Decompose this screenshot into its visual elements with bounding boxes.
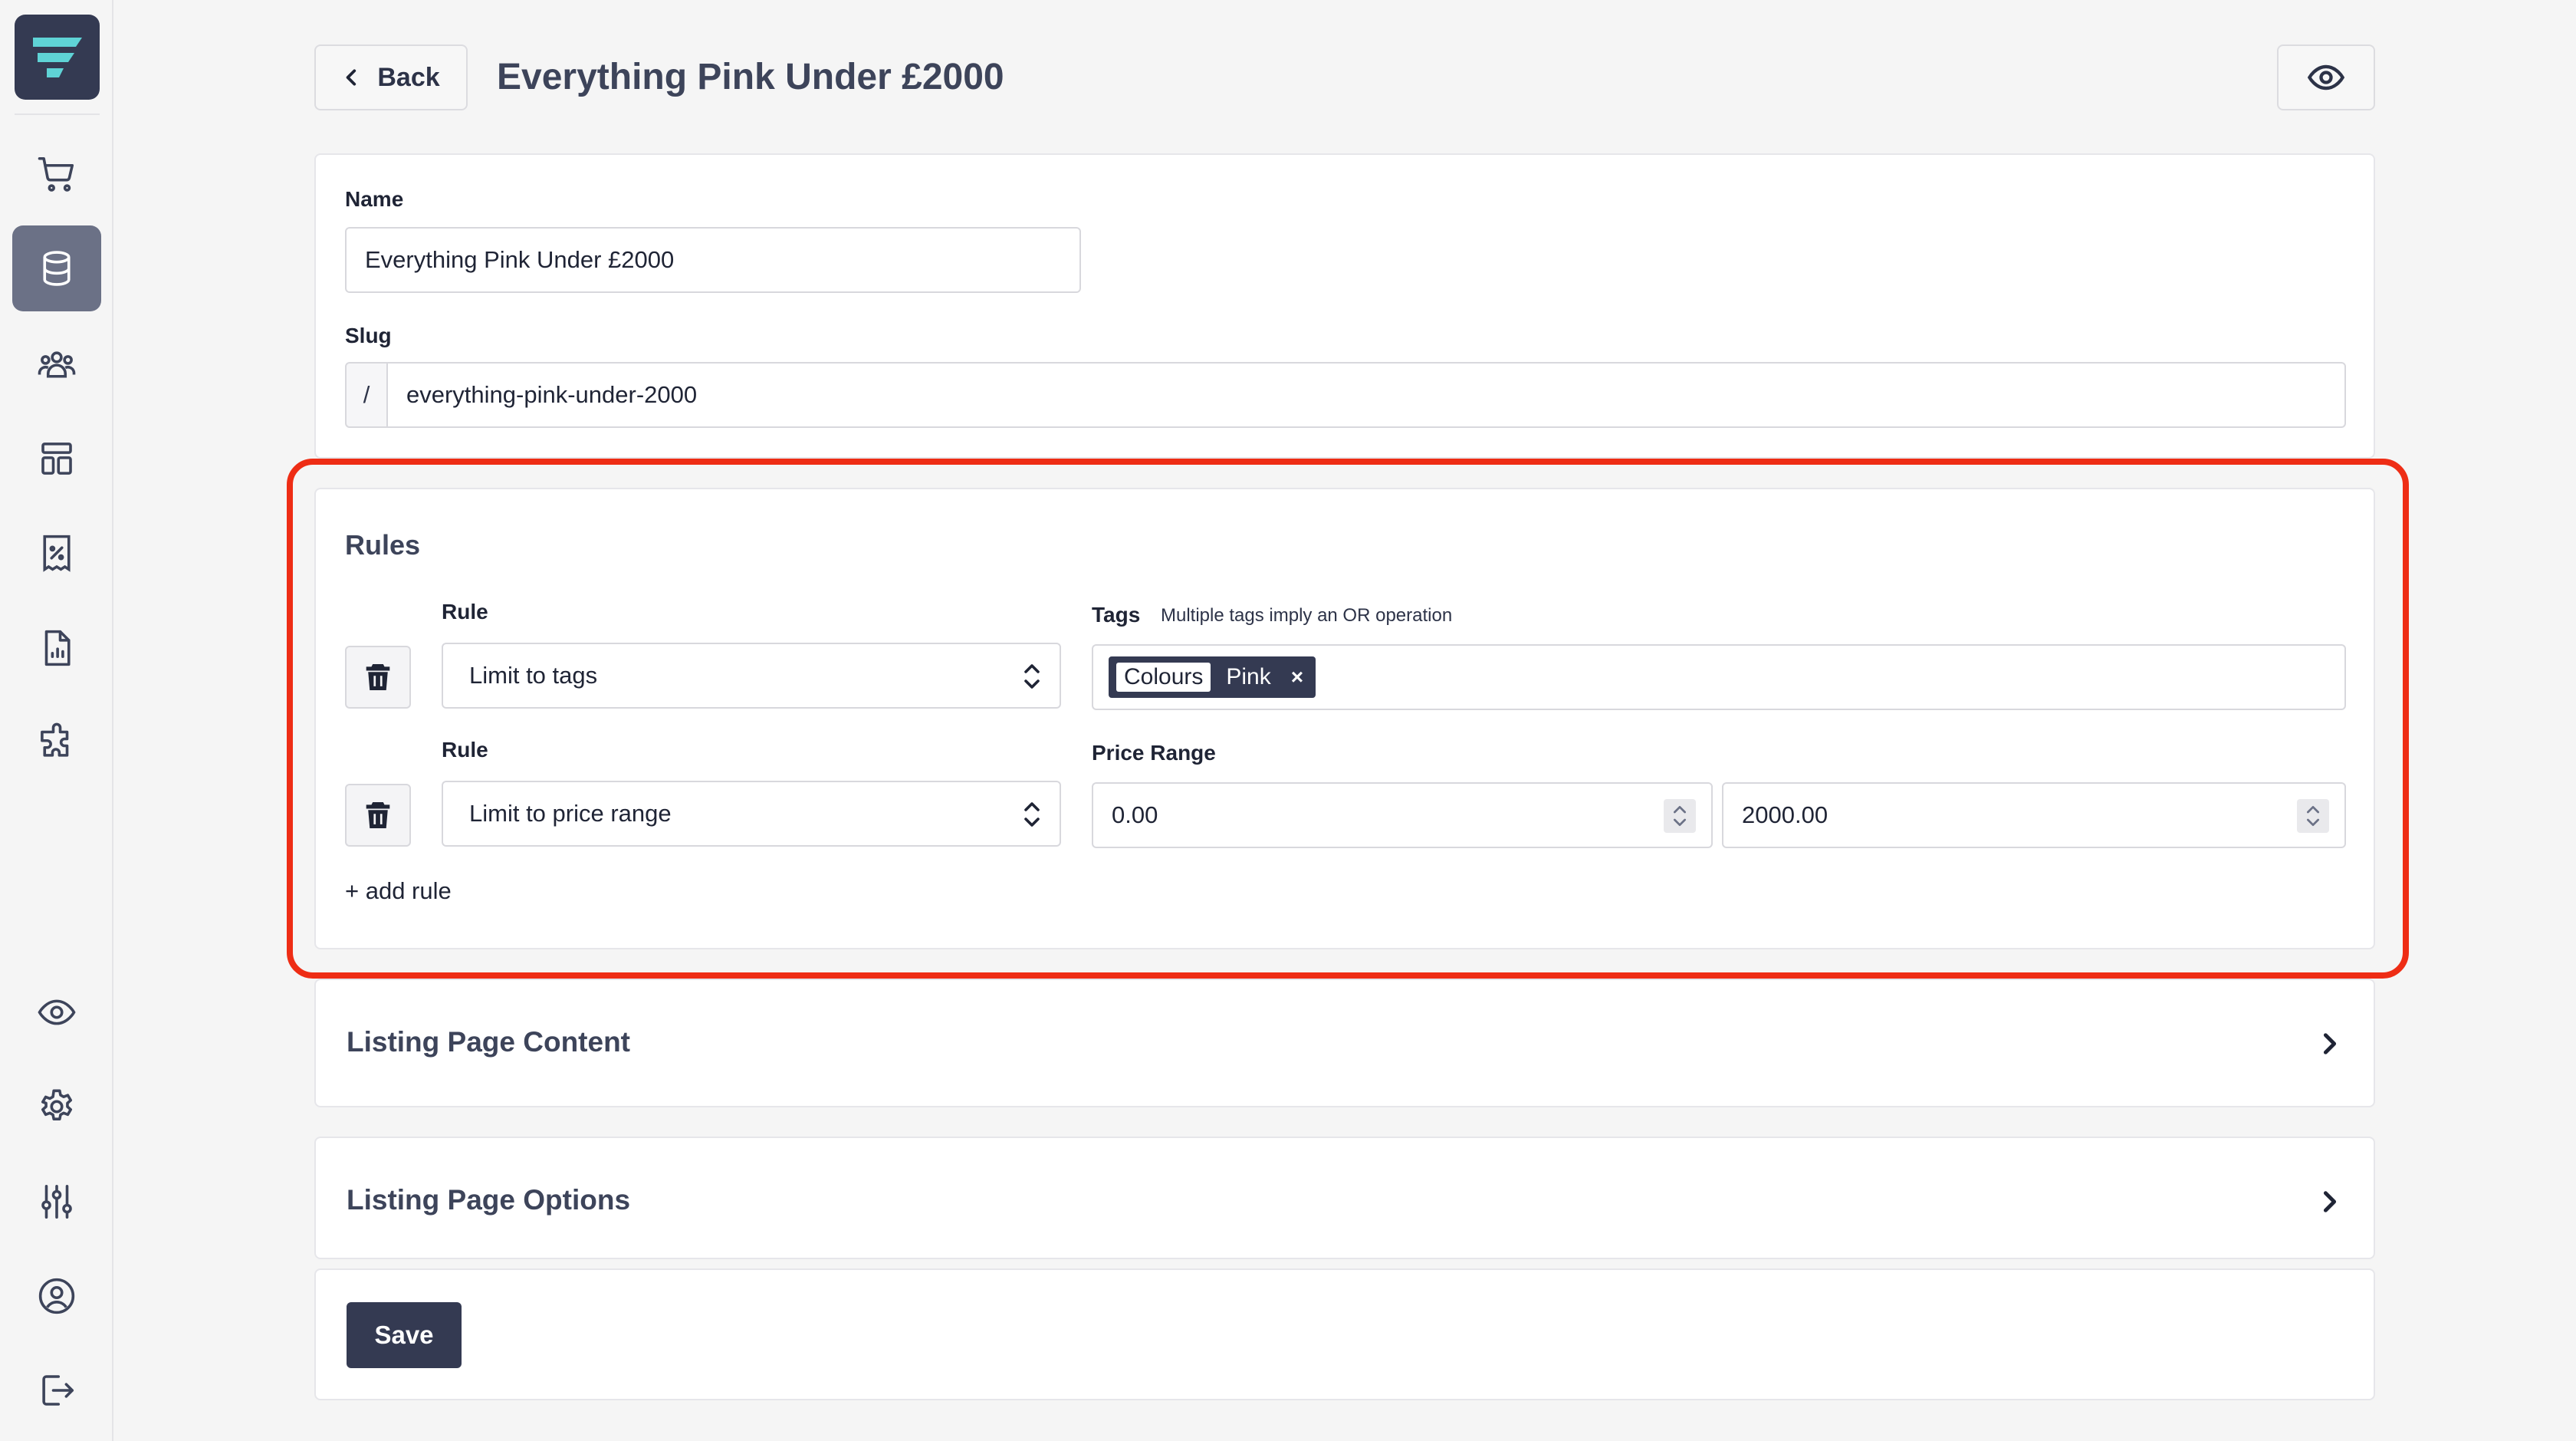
puzzle-icon (41, 722, 69, 757)
tag-value: Pink (1226, 664, 1271, 689)
sidebar-item-database[interactable] (12, 225, 101, 311)
delete-rule-button[interactable] (345, 784, 411, 847)
chevron-up-down-icon (2307, 806, 2319, 826)
rules-title: Rules (345, 529, 421, 561)
layout-icon (41, 442, 72, 475)
price-range-label: Price Range (1092, 741, 1216, 765)
eye-icon (2307, 64, 2345, 90)
back-button[interactable]: Back (314, 44, 468, 110)
eye-icon (38, 999, 76, 1025)
slug-input[interactable]: everything-pink-under-2000 (386, 362, 2346, 428)
tag-chip: Colours Pink × (1109, 656, 1316, 698)
tags-hint: Multiple tags imply an OR operation (1161, 605, 1453, 626)
actions-card: Save (314, 1268, 2375, 1400)
page-title: Everything Pink Under £2000 (497, 57, 1004, 97)
rule-select-value: Limit to tags (469, 662, 598, 689)
save-button[interactable]: Save (347, 1302, 462, 1368)
sidebar-item-plugins[interactable] (12, 699, 101, 785)
tags-label: Tags (1092, 603, 1141, 627)
rule-label: Rule (442, 738, 488, 762)
rules-card: Rules Rule Limit to tags Tags Multiple t… (314, 488, 2375, 949)
sidebar-item-discounts[interactable] (12, 510, 101, 596)
report-icon (44, 630, 71, 666)
name-label: Name (345, 187, 404, 211)
user-circle-icon (38, 1278, 75, 1314)
listing-options-title: Listing Page Options (347, 1184, 631, 1216)
tag-remove-icon[interactable]: × (1286, 665, 1308, 689)
back-label: Back (377, 62, 440, 92)
price-max-value: 2000.00 (1742, 801, 1829, 828)
sidebar-item-preview[interactable] (12, 969, 101, 1055)
sidebar-item-layouts[interactable] (12, 416, 101, 502)
chevron-right-icon (2323, 1033, 2337, 1054)
sidebar-item-shop[interactable] (12, 131, 101, 217)
sidebar-divider (15, 114, 100, 115)
rule-select-value: Limit to price range (469, 800, 672, 827)
cart-icon (38, 156, 74, 192)
slug-prefix: / (345, 362, 388, 428)
chevron-left-icon (347, 69, 356, 86)
sidebar-item-logout[interactable] (12, 1347, 101, 1433)
tag-group: Colours (1116, 663, 1211, 692)
tags-input[interactable]: Colours Pink × (1092, 644, 2346, 710)
preview-button[interactable] (2277, 44, 2375, 110)
sidebar-item-settings[interactable] (12, 1064, 101, 1150)
add-rule-link[interactable]: + add rule (345, 877, 452, 905)
price-min-stepper[interactable] (1664, 799, 1696, 833)
rule-label: Rule (442, 600, 488, 623)
listing-options-section[interactable]: Listing Page Options (314, 1137, 2375, 1259)
sidebar-item-reports[interactable] (12, 605, 101, 691)
chevron-up-down-icon (1024, 802, 1040, 827)
chevron-up-down-icon (1674, 806, 1686, 826)
delete-rule-button[interactable] (345, 646, 411, 709)
sidebar (0, 0, 113, 1441)
listing-content-title: Listing Page Content (347, 1026, 630, 1058)
app-logo-icon (32, 37, 82, 77)
database-icon (43, 251, 71, 286)
trash-icon (366, 664, 390, 690)
chevron-up-down-icon (1024, 664, 1040, 689)
slug-label: Slug (345, 324, 392, 347)
listing-content-section[interactable]: Listing Page Content (314, 979, 2375, 1107)
app-logo[interactable] (15, 15, 100, 100)
gear-icon (41, 1089, 73, 1120)
trash-icon (366, 802, 390, 828)
details-card: Name Everything Pink Under £2000 Slug / … (314, 153, 2375, 459)
price-max-stepper[interactable] (2297, 799, 2329, 833)
price-max-input[interactable]: 2000.00 (1722, 782, 2346, 848)
price-min-input[interactable]: 0.00 (1092, 782, 1713, 848)
sidebar-item-adjustments[interactable] (12, 1159, 101, 1245)
sidebar-item-account[interactable] (12, 1253, 101, 1339)
sidebar-item-customers[interactable] (12, 321, 101, 407)
chevron-right-icon (2323, 1191, 2337, 1212)
users-icon (38, 351, 76, 378)
logout-icon (42, 1375, 74, 1406)
sliders-icon (41, 1184, 72, 1219)
rule-select[interactable]: Limit to tags (442, 643, 1061, 709)
price-min-value: 0.00 (1112, 801, 1158, 828)
percent-receipt-icon (43, 535, 71, 572)
name-input[interactable]: Everything Pink Under £2000 (345, 227, 1081, 293)
rule-select[interactable]: Limit to price range (442, 781, 1061, 847)
